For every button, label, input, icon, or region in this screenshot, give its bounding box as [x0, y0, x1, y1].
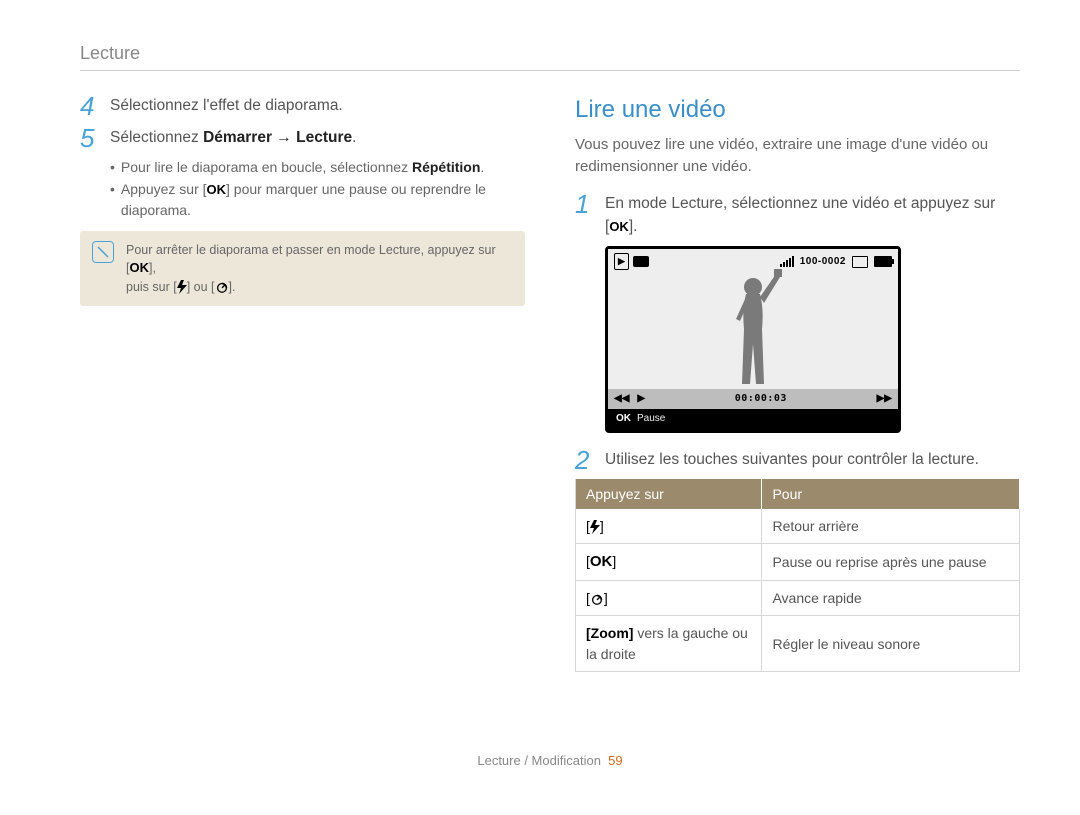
action-cell: Retour arrière: [762, 509, 1020, 544]
table-header-row: Appuyez sur Pour: [576, 479, 1020, 509]
key-cell: []: [576, 509, 762, 544]
step-5-bullets: • Pour lire le diaporama en boucle, séle…: [110, 157, 525, 220]
step-text: En mode Lecture, sélectionnez une vidéo …: [605, 191, 1020, 238]
camera-lcd-preview: ▶ 100-0002: [605, 246, 901, 433]
col-header-action: Pour: [762, 479, 1020, 509]
step-number: 4: [80, 93, 106, 119]
step-4: 4 Sélectionnez l'effet de diaporama.: [80, 93, 525, 119]
file-index: 100-0002: [800, 255, 846, 270]
right-column: Lire une vidéo Vous pouvez lire une vidé…: [575, 93, 1020, 672]
flash-icon: [177, 280, 187, 294]
action-cell: Pause ou reprise après une pause: [762, 544, 1020, 581]
note-icon: [92, 241, 114, 263]
key-cell: [Zoom] vers la gauche ou la droite: [576, 616, 762, 672]
lcd-progress-bar: ◀◀ ▶ 00:00:03 ▶▶: [608, 389, 898, 409]
step-1: 1 En mode Lecture, sélectionnez une vidé…: [575, 191, 1020, 238]
play-icon: ▶: [637, 392, 645, 407]
section-header: Lecture: [80, 40, 1020, 71]
ok-icon: OK: [129, 260, 149, 275]
page-footer: Lecture / Modification 59: [80, 752, 1020, 771]
timer-icon: [590, 592, 604, 606]
sdcard-icon: [852, 256, 868, 268]
step-2: 2 Utilisez les touches suivantes pour co…: [575, 447, 1020, 473]
table-row: [] Avance rapide: [576, 581, 1020, 616]
timer-icon: [215, 280, 229, 294]
col-header-key: Appuyez sur: [576, 479, 762, 509]
table-row: [] Retour arrière: [576, 509, 1020, 544]
step-text: Sélectionnez l'effet de diaporama.: [110, 93, 525, 117]
step-text: Sélectionnez Démarrer → Lecture.: [110, 125, 525, 149]
step-number: 5: [80, 125, 106, 151]
action-cell: Régler le niveau sonore: [762, 616, 1020, 672]
pause-label: Pause: [637, 412, 665, 427]
ok-icon: OK: [616, 412, 631, 427]
section-intro: Vous pouvez lire une vidéo, extraire une…: [575, 134, 1020, 178]
ok-icon: OK: [609, 219, 629, 234]
battery-icon: [874, 256, 892, 267]
table-row: [OK] Pause ou reprise après une pause: [576, 544, 1020, 581]
ok-icon: OK: [207, 182, 227, 197]
lcd-screen-area: ▶ 100-0002: [608, 249, 898, 389]
key-cell: []: [576, 581, 762, 616]
page-number: 59: [608, 753, 622, 768]
step-number: 2: [575, 447, 601, 473]
bullet-repetition: • Pour lire le diaporama en boucle, séle…: [110, 157, 525, 177]
left-column: 4 Sélectionnez l'effet de diaporama. 5 S…: [80, 93, 525, 672]
lcd-hint-bar: OK Pause: [608, 409, 898, 430]
note-box: Pour arrêter le diaporama et passer en m…: [80, 231, 525, 306]
action-cell: Avance rapide: [762, 581, 1020, 616]
play-mode-icon: ▶: [614, 253, 629, 270]
controls-table: Appuyez sur Pour [] Retour arrière [OK] …: [575, 479, 1020, 672]
step-number: 1: [575, 191, 601, 217]
lcd-status-bar: ▶ 100-0002: [614, 253, 892, 270]
video-icon: [633, 256, 649, 267]
volume-bars-icon: [780, 256, 794, 267]
flash-icon: [590, 520, 600, 534]
rewind-icon: ◀◀: [614, 392, 629, 407]
step-5: 5 Sélectionnez Démarrer → Lecture.: [80, 125, 525, 151]
section-heading: Lire une vidéo: [575, 93, 1020, 128]
video-content-silhouette: [718, 269, 788, 389]
table-row: [Zoom] vers la gauche ou la droite Régle…: [576, 616, 1020, 672]
note-text: Pour arrêter le diaporama et passer en m…: [126, 241, 513, 296]
step-text: Utilisez les touches suivantes pour cont…: [605, 447, 1020, 471]
elapsed-time: 00:00:03: [735, 392, 787, 407]
ok-icon: OK: [590, 551, 613, 573]
two-column-layout: 4 Sélectionnez l'effet de diaporama. 5 S…: [80, 93, 1020, 672]
bullet-pause: • Appuyez sur [OK] pour marquer une paus…: [110, 179, 525, 220]
key-cell: [OK]: [576, 544, 762, 581]
forward-icon: ▶▶: [877, 392, 892, 407]
